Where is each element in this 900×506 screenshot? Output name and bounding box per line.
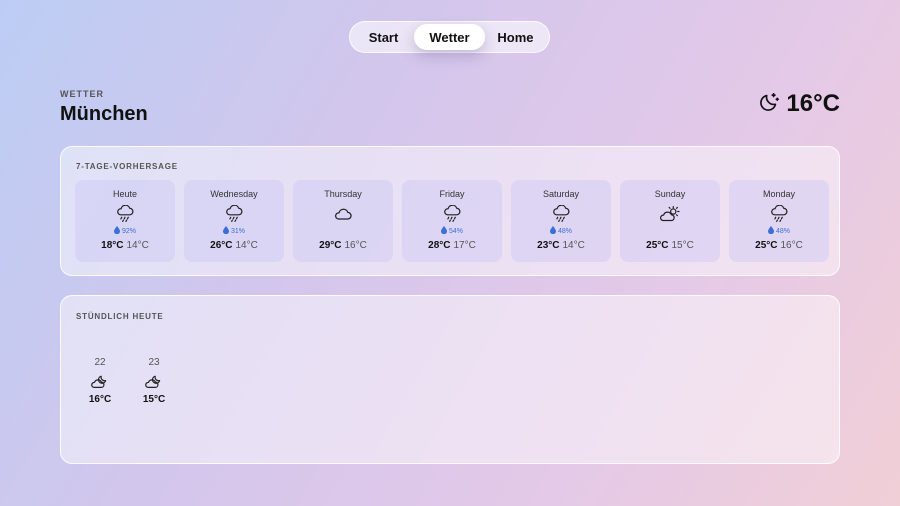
nav-home[interactable]: Home xyxy=(485,24,546,50)
temp-high: 26°C xyxy=(210,240,233,251)
day-temps: 26°C 14°C xyxy=(210,240,258,251)
day-temps: 28°C 17°C xyxy=(428,240,476,251)
day-name: Heute xyxy=(112,189,138,199)
hourly-item: 23 15°C xyxy=(137,357,171,405)
day-name: Monday xyxy=(762,189,796,199)
droplet-icon xyxy=(767,226,774,236)
cloud-sun-icon xyxy=(659,205,681,223)
temp-high: 18°C xyxy=(101,240,124,251)
section-label: WETTER xyxy=(60,89,104,99)
current-weather: 16°C xyxy=(758,90,840,118)
rain-chance-value: 92% xyxy=(121,227,136,235)
hour-temp: 16°C xyxy=(88,394,112,405)
forecast-day-card: Friday 54% 28°C 17°C xyxy=(402,180,502,262)
nav-wetter[interactable]: Wetter xyxy=(414,24,485,50)
temp-low: 17°C xyxy=(453,240,476,251)
day-name: Saturday xyxy=(542,189,580,199)
temp-low: 14°C xyxy=(235,240,258,251)
temp-high: 23°C xyxy=(537,240,560,251)
cloud-moon-icon xyxy=(144,373,164,389)
rain-chance-value: 48% xyxy=(775,227,790,235)
forecast-panel: 7-TAGE-VORHERSAGE Heute 92% 18°C 14°C Wednes… xyxy=(60,146,840,276)
forecast-day-card: Thursday 29°C 16°C xyxy=(293,180,393,262)
temp-high: 25°C xyxy=(646,240,669,251)
hourly-title: STÜNDLICH HEUTE xyxy=(76,312,164,321)
day-name: Wednesday xyxy=(210,189,258,199)
temp-high: 29°C xyxy=(319,240,342,251)
day-temps: 25°C 16°C xyxy=(755,240,803,251)
cloud-rain-icon xyxy=(115,205,135,223)
forecast-day-card: Sunday 25°C 15°C xyxy=(620,180,720,262)
rain-chance-value: 54% xyxy=(448,227,463,235)
cloud-rain-icon xyxy=(551,205,571,223)
temp-low: 14°C xyxy=(126,240,149,251)
day-temps: 18°C 14°C xyxy=(101,240,149,251)
rain-chance: 48% xyxy=(549,226,572,236)
droplet-icon xyxy=(440,226,447,236)
temp-high: 28°C xyxy=(428,240,451,251)
day-name: Friday xyxy=(439,189,465,199)
rain-chance-value: 48% xyxy=(557,227,572,235)
moon-stars-icon xyxy=(758,91,780,118)
current-temperature: 16°C xyxy=(786,90,840,117)
rain-chance-value: 31% xyxy=(230,227,245,235)
forecast-days: Heute 92% 18°C 14°C Wednesday 31% 26°C 14°C Thur… xyxy=(75,180,829,262)
temp-low: 15°C xyxy=(671,240,694,251)
day-temps: 25°C 15°C xyxy=(646,240,694,251)
day-name: Sunday xyxy=(654,189,686,199)
forecast-day-card: Saturday 48% 23°C 14°C xyxy=(511,180,611,262)
hour-label: 23 xyxy=(148,357,160,368)
temp-low: 16°C xyxy=(780,240,803,251)
cloud-rain-icon xyxy=(224,205,244,223)
temp-low: 16°C xyxy=(344,240,367,251)
top-nav: Start Wetter Home xyxy=(349,21,550,53)
temp-low: 14°C xyxy=(562,240,585,251)
day-temps: 29°C 16°C xyxy=(319,240,367,251)
cloud-moon-icon xyxy=(90,373,110,389)
rain-chance: 92% xyxy=(113,226,136,236)
droplet-icon xyxy=(113,226,120,236)
temp-high: 25°C xyxy=(755,240,778,251)
rain-chance: 54% xyxy=(440,226,463,236)
hourly-item: 22 16°C xyxy=(83,357,117,405)
day-name: Thursday xyxy=(324,189,362,199)
cloud-rain-icon xyxy=(442,205,462,223)
forecast-day-card: Monday 48% 25°C 16°C xyxy=(729,180,829,262)
city-name: München xyxy=(60,103,148,125)
hourly-panel: STÜNDLICH HEUTE 22 16°C 23 15°C xyxy=(60,295,840,464)
hour-temp: 15°C xyxy=(142,394,166,405)
cloud-rain-icon xyxy=(769,205,789,223)
hourly-list: 22 16°C 23 15°C xyxy=(83,357,171,405)
rain-chance: 31% xyxy=(222,226,245,236)
hour-label: 22 xyxy=(94,357,106,368)
droplet-icon xyxy=(222,226,229,236)
forecast-day-card: Heute 92% 18°C 14°C xyxy=(75,180,175,262)
cloud-icon xyxy=(333,205,353,223)
day-temps: 23°C 14°C xyxy=(537,240,585,251)
nav-start[interactable]: Start xyxy=(353,24,414,50)
forecast-day-card: Wednesday 31% 26°C 14°C xyxy=(184,180,284,262)
forecast-title: 7-TAGE-VORHERSAGE xyxy=(76,162,178,171)
droplet-icon xyxy=(549,226,556,236)
rain-chance: 48% xyxy=(767,226,790,236)
